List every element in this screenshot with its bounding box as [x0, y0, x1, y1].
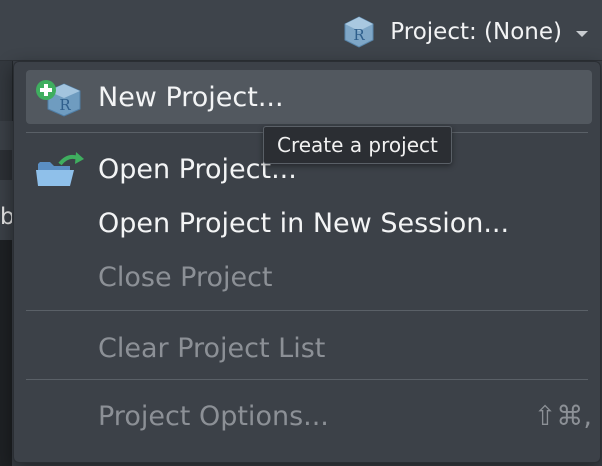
- background-text: b: [0, 204, 12, 230]
- menu-separator: [26, 379, 588, 380]
- rstudio-window: R Project: (None) b R New Project... Ope…: [0, 0, 602, 466]
- menu-item-open-project-new-session[interactable]: Open Project in New Session...: [26, 196, 592, 250]
- keyboard-shortcut: ⇧⌘,: [533, 400, 592, 432]
- background-console: [0, 240, 12, 466]
- menu-item-label: Close Project: [98, 261, 273, 293]
- main-toolbar: R Project: (None): [0, 0, 602, 61]
- project-menu-label: Project: (None): [390, 19, 562, 45]
- background-pane: [0, 61, 13, 121]
- menu-separator: [26, 310, 588, 311]
- menu-item-label: Open Project in New Session...: [98, 207, 510, 239]
- chevron-down-icon: [576, 31, 588, 37]
- tooltip: Create a project: [263, 126, 452, 164]
- menu-item-label: Project Options...: [98, 400, 329, 432]
- svg-text:R: R: [354, 26, 366, 44]
- project-dropdown-menu: R New Project... Open Project... Open Pr…: [13, 61, 601, 463]
- menu-item-label: New Project...: [98, 81, 284, 113]
- menu-item-new-project[interactable]: R New Project...: [26, 70, 592, 124]
- r-project-icon: R: [344, 16, 374, 48]
- project-menu-button[interactable]: R Project: (None): [342, 12, 588, 52]
- menu-item-label: Clear Project List: [98, 332, 326, 364]
- svg-text:R: R: [59, 96, 71, 114]
- new-project-icon: R: [36, 80, 81, 117]
- menu-item-project-options: Project Options... ⇧⌘,: [26, 389, 592, 443]
- background-pane: [0, 150, 12, 180]
- menu-item-close-project: Close Project: [26, 250, 592, 304]
- open-folder-icon: [36, 152, 84, 186]
- menu-item-clear-project-list: Clear Project List: [26, 321, 592, 375]
